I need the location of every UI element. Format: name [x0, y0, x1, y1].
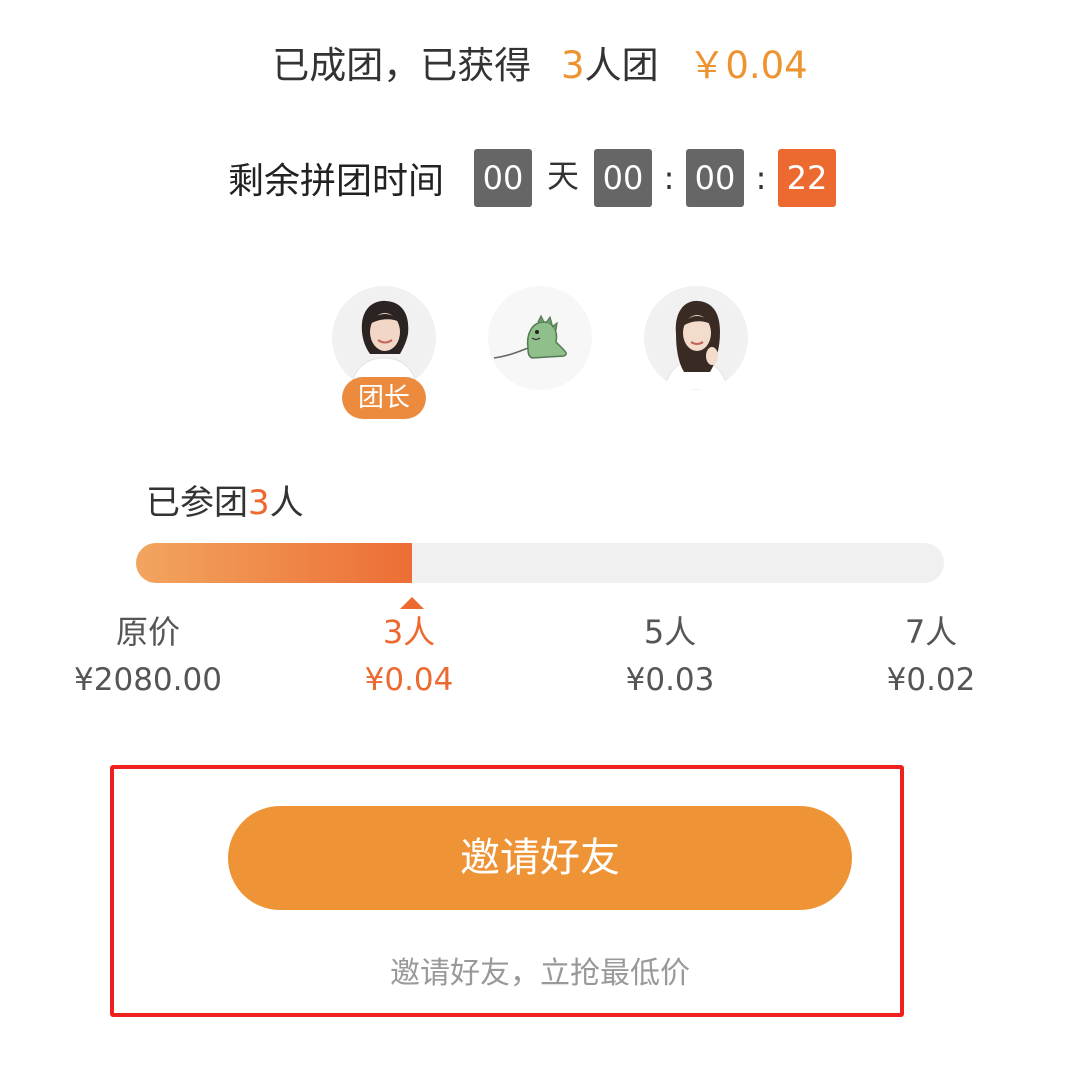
member-avatar-dinosaur[interactable] [488, 286, 592, 390]
member-photo-icon [644, 286, 748, 390]
joined-prefix: 已参团 [146, 483, 248, 523]
countdown-hours: 00 [594, 149, 652, 207]
tier-price: ¥0.03 [625, 662, 715, 698]
countdown-separator: : [755, 159, 767, 197]
tier-marker-arrow [400, 597, 424, 609]
countdown-days: 00 [474, 149, 532, 207]
tier-3-people: 3人 ¥0.04 [319, 610, 499, 702]
countdown-timer: 剩余拼团时间 00 天 00 : 00 : 22 [0, 148, 1080, 208]
group-success-headline: 已成团，已获得 3人团 ￥0.04 [0, 36, 1080, 96]
progress-fill [136, 543, 412, 583]
group-status-text: 已成团，已获得 [272, 44, 532, 87]
tier-price: ¥0.02 [886, 662, 976, 698]
countdown-separator: : [663, 159, 675, 197]
countdown-label: 剩余拼团时间 [227, 161, 444, 202]
joined-count: 3 [248, 483, 270, 523]
group-size: 3 [561, 44, 585, 87]
countdown-day-unit: 天 [546, 157, 579, 195]
tier-label: 原价 [115, 613, 180, 651]
tier-price: ¥0.04 [364, 662, 454, 698]
member-avatar[interactable] [644, 286, 748, 390]
tier-label: 7人 [904, 613, 958, 651]
tier-price: ¥2080.00 [74, 662, 222, 698]
countdown-minutes: 00 [686, 149, 744, 207]
leader-badge: 团长 [342, 377, 426, 419]
countdown-seconds: 22 [778, 149, 836, 207]
joined-count-text: 已参团3人 [146, 475, 304, 524]
leader-avatar[interactable] [332, 286, 436, 390]
tier-5-people: 5人 ¥0.03 [580, 610, 760, 702]
invite-hint-text: 邀请好友，立抢最低价 [390, 956, 690, 991]
dinosaur-icon [488, 286, 592, 390]
leader-photo-icon [332, 286, 436, 390]
tier-label: 5人 [643, 613, 697, 651]
invite-friends-button[interactable]: 邀请好友 [228, 806, 852, 910]
group-unit: 人团 [584, 44, 659, 87]
tier-label: 3人 [382, 613, 436, 651]
tier-original: 原价 ¥2080.00 [58, 610, 238, 702]
group-price: ￥0.04 [688, 44, 808, 87]
joined-suffix: 人 [269, 483, 304, 523]
tier-7-people: 7人 ¥0.02 [841, 610, 1021, 702]
